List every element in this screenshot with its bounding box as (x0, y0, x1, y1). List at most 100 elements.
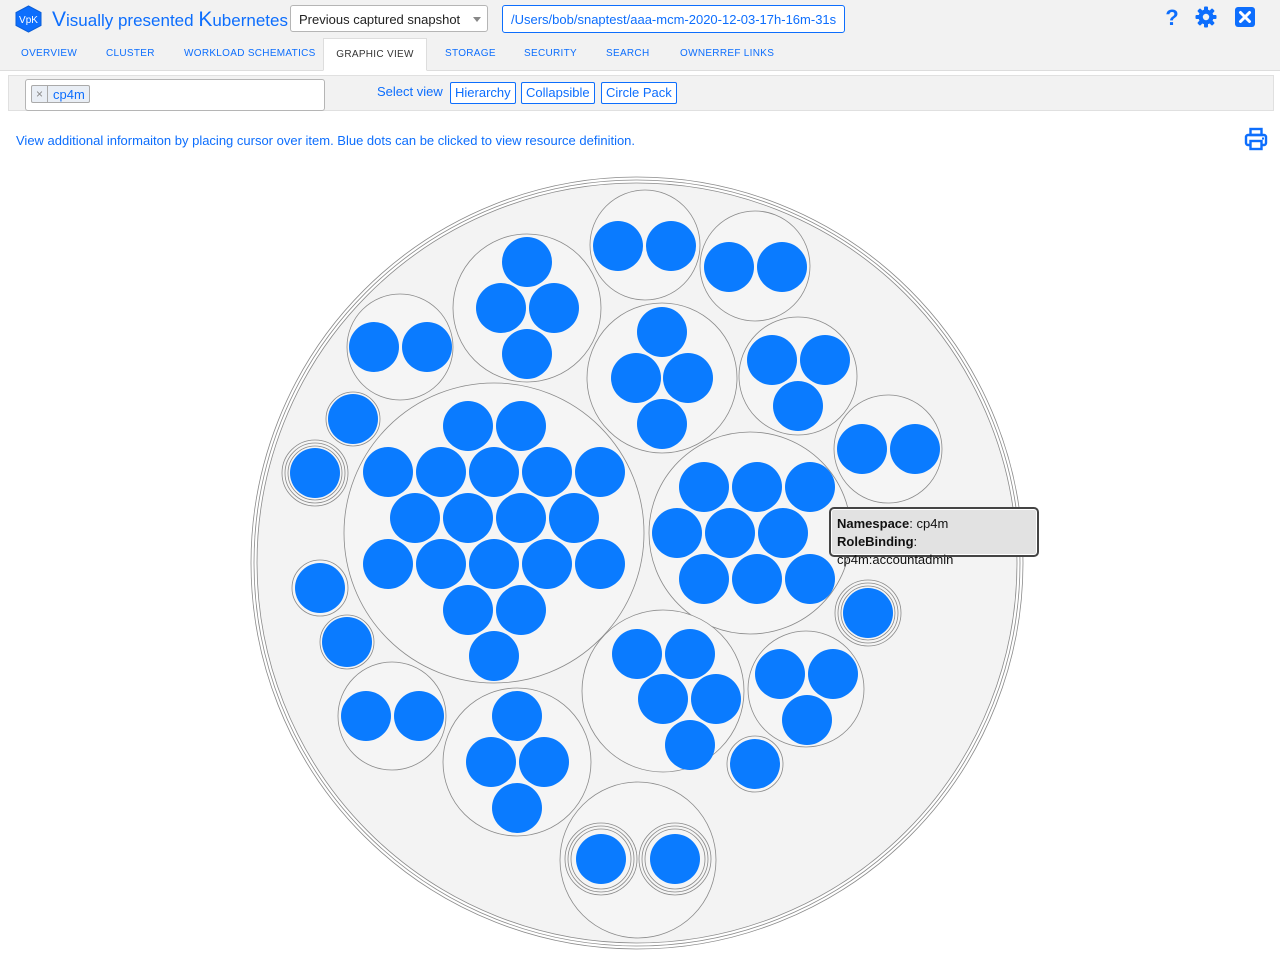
tab-bar: OVERVIEW CLUSTER WORKLOAD SCHEMATICS GRA… (0, 38, 1280, 71)
resource-dot[interactable] (522, 447, 572, 497)
resource-dot[interactable] (469, 631, 519, 681)
chevron-down-icon (473, 17, 481, 22)
resource-dot[interactable] (522, 539, 572, 589)
resource-dot[interactable] (800, 335, 850, 385)
app-title: Visually presented Kubernetes (52, 8, 288, 31)
resource-dot[interactable] (650, 834, 700, 884)
resource-dot[interactable] (637, 307, 687, 357)
help-icon[interactable]: ? (1161, 6, 1183, 28)
resource-dot[interactable] (549, 493, 599, 543)
chip-remove-icon[interactable]: × (32, 86, 48, 102)
resource-dot[interactable] (890, 424, 940, 474)
resource-dot[interactable] (476, 283, 526, 333)
resource-dot[interactable] (492, 783, 542, 833)
resource-dot[interactable] (611, 353, 661, 403)
resource-dot[interactable] (646, 221, 696, 271)
close-icon[interactable] (1234, 6, 1256, 28)
resource-dot[interactable] (496, 585, 546, 635)
resource-dot[interactable] (773, 381, 823, 431)
print-icon[interactable] (1244, 127, 1268, 151)
resource-dot[interactable] (416, 539, 466, 589)
svg-text:?: ? (1165, 6, 1178, 28)
resource-dot[interactable] (730, 739, 780, 789)
resource-dot[interactable] (295, 563, 345, 613)
resource-dot[interactable] (758, 508, 808, 558)
resource-dot[interactable] (363, 539, 413, 589)
resource-dot[interactable] (529, 283, 579, 333)
resource-dot[interactable] (519, 737, 569, 787)
resource-dot[interactable] (663, 353, 713, 403)
resource-dot[interactable] (757, 242, 807, 292)
resource-dot[interactable] (705, 508, 755, 558)
resource-dot[interactable] (732, 462, 782, 512)
circle-pack-view-button[interactable]: Circle Pack (601, 82, 677, 104)
tab-search[interactable]: SEARCH (606, 38, 649, 70)
resource-dot[interactable] (341, 691, 391, 741)
resource-dot[interactable] (575, 447, 625, 497)
snapshot-path-button[interactable]: /Users/bob/snaptest/aaa-mcm-2020-12-03-1… (502, 5, 845, 33)
resource-dot[interactable] (492, 691, 542, 741)
resource-dot[interactable] (785, 554, 835, 604)
resource-dot[interactable] (704, 242, 754, 292)
resource-dot[interactable] (496, 493, 546, 543)
resource-dot[interactable] (593, 221, 643, 271)
resource-dot[interactable] (394, 691, 444, 741)
resource-dot[interactable] (843, 588, 893, 638)
resource-dot[interactable] (322, 617, 372, 667)
tooltip-namespace-key: Namespace (837, 516, 910, 531)
resource-dot[interactable] (469, 539, 519, 589)
resource-dot[interactable] (652, 508, 702, 558)
snapshot-select[interactable]: Previous captured snapshot (290, 5, 488, 32)
snapshot-select-value: Previous captured snapshot (299, 12, 461, 27)
tab-storage[interactable]: STORAGE (445, 38, 496, 70)
resource-dot[interactable] (328, 394, 378, 444)
select-view-label: Select view (377, 84, 443, 99)
resource-dot[interactable] (679, 554, 729, 604)
resource-dot[interactable] (612, 629, 662, 679)
resource-dot[interactable] (576, 834, 626, 884)
resource-dot[interactable] (502, 237, 552, 287)
resource-dot[interactable] (443, 401, 493, 451)
top-bar: VpK Visually presented Kubernetes Previo… (0, 0, 1280, 38)
resource-dot[interactable] (665, 629, 715, 679)
resource-dot[interactable] (755, 649, 805, 699)
resource-dot[interactable] (837, 424, 887, 474)
resource-dot[interactable] (732, 554, 782, 604)
tab-workload-schematics[interactable]: WORKLOAD SCHEMATICS (184, 38, 316, 70)
resource-dot[interactable] (390, 493, 440, 543)
resource-dot[interactable] (782, 695, 832, 745)
resource-dot[interactable] (638, 674, 688, 724)
resource-dot[interactable] (747, 335, 797, 385)
tab-ownerref-links[interactable]: OWNERREF LINKS (680, 38, 774, 70)
resource-dot[interactable] (496, 401, 546, 451)
resource-dot[interactable] (416, 447, 466, 497)
resource-dot[interactable] (679, 462, 729, 512)
resource-dot[interactable] (469, 447, 519, 497)
resource-dot[interactable] (502, 329, 552, 379)
resource-dot[interactable] (290, 448, 340, 498)
resource-dot[interactable] (402, 322, 452, 372)
resource-dot[interactable] (637, 399, 687, 449)
tab-graphic-view[interactable]: GRAPHIC VIEW (323, 38, 427, 71)
tooltip-rolebinding-key: RoleBinding (837, 534, 914, 549)
namespace-filter-input[interactable]: × cp4m (25, 79, 325, 111)
resource-dot[interactable] (443, 585, 493, 635)
tab-security[interactable]: SECURITY (524, 38, 577, 70)
resource-dot[interactable] (443, 493, 493, 543)
tab-overview[interactable]: OVERVIEW (21, 38, 77, 70)
hierarchy-view-button[interactable]: Hierarchy (450, 82, 516, 104)
resource-dot[interactable] (808, 649, 858, 699)
namespace-chip: × cp4m (31, 85, 90, 103)
collapsible-view-button[interactable]: Collapsible (521, 82, 595, 104)
resource-dot[interactable] (691, 674, 741, 724)
resource-dot[interactable] (466, 737, 516, 787)
resource-dot[interactable] (349, 322, 399, 372)
resource-dot[interactable] (575, 539, 625, 589)
info-text: View additional informaiton by placing c… (16, 133, 636, 148)
settings-gear-icon[interactable] (1195, 6, 1217, 28)
resource-dot[interactable] (363, 447, 413, 497)
circle-pack-diagram (250, 176, 1024, 950)
resource-dot[interactable] (785, 462, 835, 512)
tab-cluster[interactable]: CLUSTER (106, 38, 155, 70)
resource-dot[interactable] (665, 720, 715, 770)
